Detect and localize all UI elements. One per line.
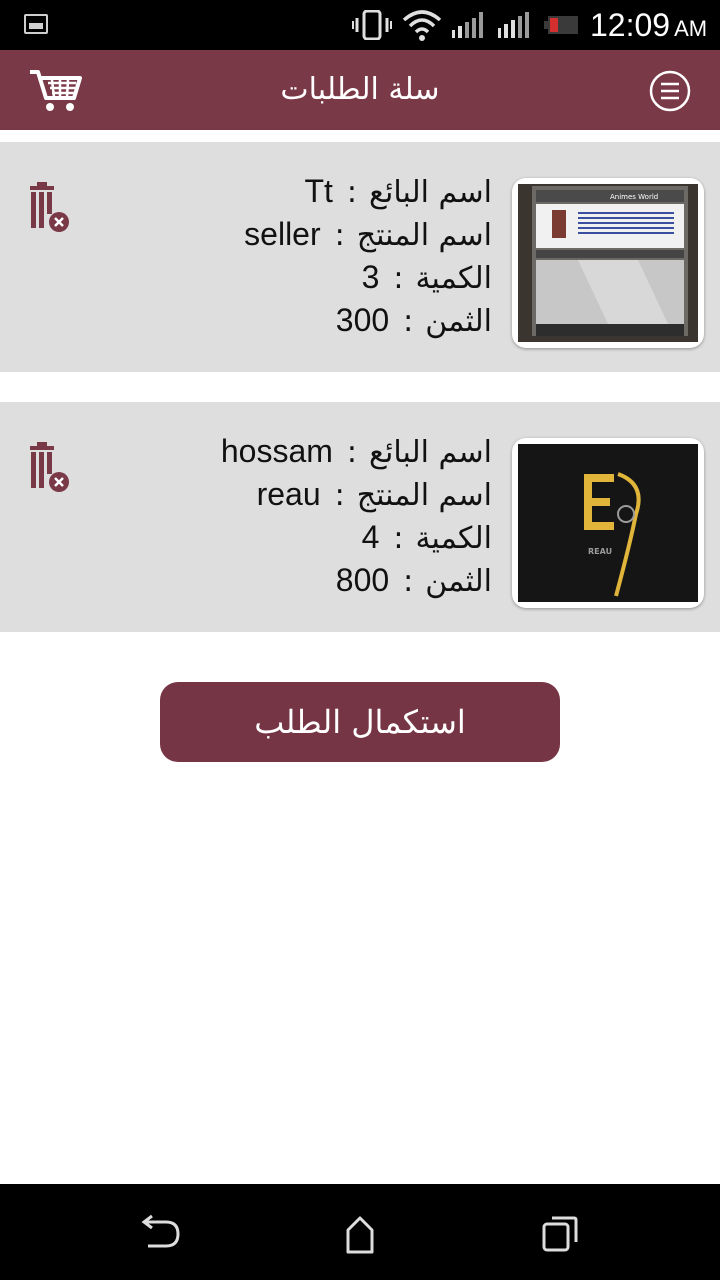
seller-label: اسم البائع [369,175,492,210]
order-details: اسم البائع:hossam اسم المنتج:reau الكمية… [132,430,492,602]
ampm-text: AM [674,16,708,41]
order-card: اسم البائع:hossam اسم المنتج:reau الكمية… [0,402,720,632]
clock: 12:09 AM [590,4,707,46]
home-icon[interactable] [338,1212,382,1256]
delete-item-icon[interactable] [26,440,72,494]
separator: : [346,435,358,470]
app-bar: سلة الطلبات [0,50,720,130]
separator: : [346,175,358,210]
product-value: seller [244,216,321,252]
navigation-bar [0,1184,720,1280]
quantity-value: 4 [361,519,380,555]
separator: : [403,564,414,599]
separator: : [403,304,414,339]
thumb-caption: Animes World [610,193,658,201]
separator: : [393,521,404,556]
product-row: اسم المنتج: reau [132,473,492,516]
quantity-row: الكمية:4 [132,516,492,559]
product-thumbnail[interactable]: Animes World [512,178,704,348]
separator: : [334,478,345,513]
wifi-icon [402,10,442,41]
thumb-caption: REAU [588,547,612,556]
product-value: reau [256,476,321,512]
seller-value: Tt [304,173,333,209]
seller-row: اسم البائع: hossam [132,430,492,473]
product-image: Animes World [518,184,698,342]
seller-label: اسم البائع [369,435,492,470]
price-row: الثمن:800 [132,559,492,602]
battery-icon [544,16,578,34]
separator: : [334,218,345,253]
back-icon[interactable] [136,1214,184,1254]
quantity-row: الكمية:3 [132,256,492,299]
price-label: الثمن [425,304,492,339]
quantity-label: الكمية [415,521,492,556]
product-thumbnail[interactable]: REAU [512,438,704,608]
time-text: 12:09 [590,7,671,43]
price-row: الثمن:300 [132,299,492,342]
quantity-value: 3 [361,259,380,295]
complete-order-button[interactable]: استكمال الطلب [160,682,560,762]
cart-icon[interactable] [28,66,84,114]
delete-item-icon[interactable] [26,180,72,234]
product-image: REAU [518,444,698,602]
price-label: الثمن [425,564,492,599]
order-card: اسم البائع:Tt اسم المنتج:seller الكمية:3… [0,142,720,372]
vibrate-icon [352,10,392,40]
price-value: 300 [335,302,390,338]
separator: : [393,261,404,296]
signal-icon [452,12,483,38]
recents-icon[interactable] [538,1212,582,1256]
seller-row: اسم البائع: Tt [132,170,492,213]
product-label: اسم المنتج [356,478,492,513]
signal-icon [498,12,529,38]
quantity-label: الكمية [415,261,492,296]
menu-icon[interactable] [648,69,692,113]
product-label: اسم المنتج [356,218,492,253]
status-icons [352,8,582,42]
product-row: اسم المنتج: seller [132,213,492,256]
gallery-icon [24,14,48,34]
page-title: سلة الطلبات [280,72,440,107]
order-details: اسم البائع:Tt اسم المنتج:seller الكمية:3… [132,170,492,342]
status-bar: 12:09 AM [0,0,720,50]
seller-value: hossam [220,433,333,469]
price-value: 800 [335,562,390,598]
